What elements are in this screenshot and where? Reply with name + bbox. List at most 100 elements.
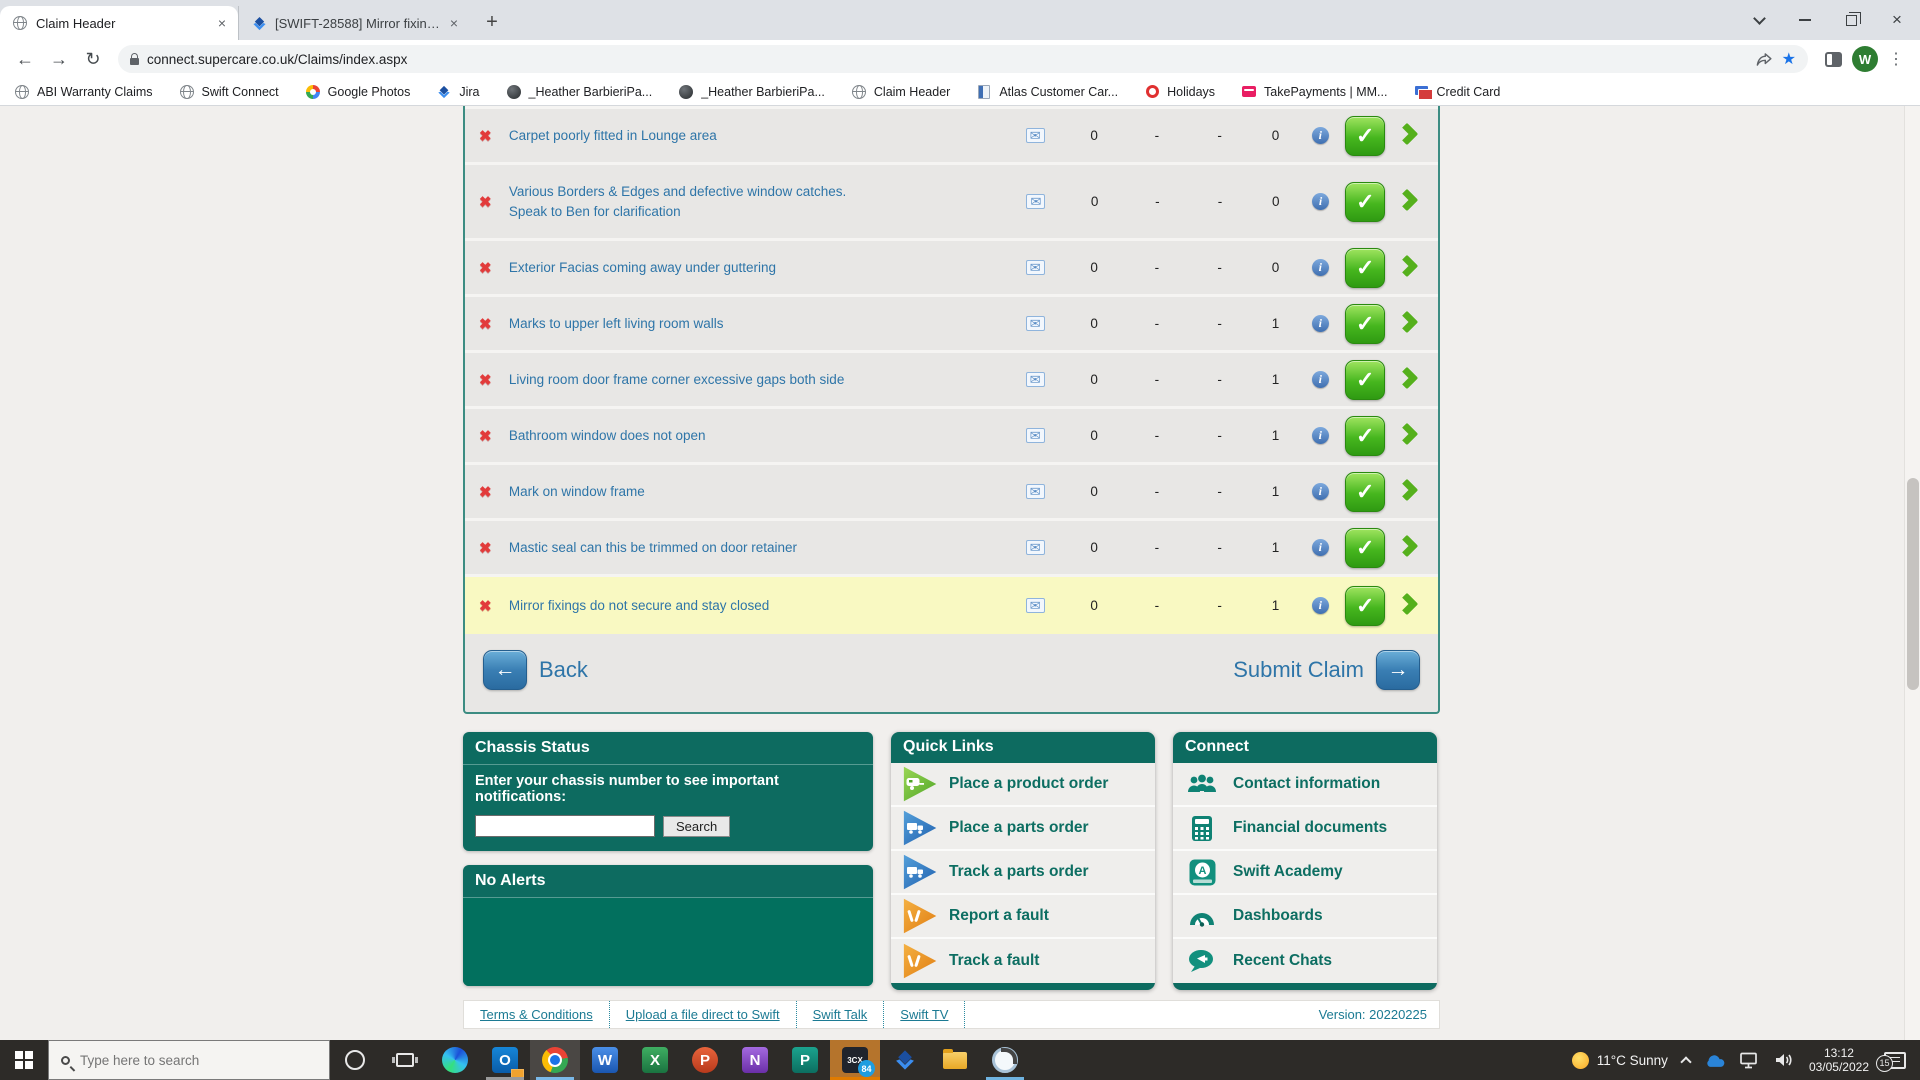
info-icon[interactable]: i bbox=[1312, 193, 1330, 210]
taskbar-search-input[interactable] bbox=[80, 1052, 300, 1068]
delete-claim-icon[interactable]: ✖ bbox=[479, 539, 509, 557]
cortana-button[interactable] bbox=[330, 1040, 380, 1080]
bookmark-heather-1[interactable]: _Heather BarbieriPa... bbox=[506, 84, 652, 100]
approve-check-button[interactable]: ✓ bbox=[1345, 359, 1386, 400]
chassis-number-input[interactable] bbox=[475, 815, 655, 837]
open-claim-chevron-icon[interactable] bbox=[1395, 366, 1419, 390]
page-scrollbar[interactable] bbox=[1904, 106, 1920, 1040]
connect-recent-chats[interactable]: Recent Chats bbox=[1173, 939, 1437, 983]
footer-link-swift-tv[interactable]: Swift TV bbox=[884, 1001, 966, 1028]
info-icon[interactable]: i bbox=[1311, 427, 1329, 444]
info-icon[interactable]: i bbox=[1311, 127, 1329, 144]
bookmark-takepayments[interactable]: TakePayments | MM... bbox=[1241, 84, 1387, 100]
delete-claim-icon[interactable]: ✖ bbox=[479, 193, 509, 211]
tray-overflow-button[interactable] bbox=[1675, 1040, 1697, 1080]
approve-check-button[interactable]: ✓ bbox=[1345, 585, 1386, 626]
open-claim-chevron-icon[interactable] bbox=[1395, 422, 1419, 446]
maximize-button[interactable] bbox=[1828, 0, 1874, 40]
minimize-button[interactable] bbox=[1782, 0, 1828, 40]
footer-link-swift-talk[interactable]: Swift Talk bbox=[797, 1001, 885, 1028]
quick-link-track-fault[interactable]: Track a fault bbox=[891, 939, 1155, 983]
delete-claim-icon[interactable]: ✖ bbox=[479, 483, 509, 501]
start-button[interactable] bbox=[0, 1040, 48, 1080]
approve-check-button[interactable]: ✓ bbox=[1345, 115, 1386, 156]
connect-swift-academy[interactable]: A Swift Academy bbox=[1173, 851, 1437, 895]
connect-contact-information[interactable]: Contact information bbox=[1173, 763, 1437, 807]
bookmark-heather-2[interactable]: _Heather BarbieriPa... bbox=[678, 84, 825, 100]
taskbar-3cx[interactable]: 3CX 84 bbox=[830, 1040, 880, 1080]
profile-avatar[interactable]: W bbox=[1852, 46, 1878, 72]
close-button[interactable]: × bbox=[1874, 0, 1920, 40]
share-icon[interactable] bbox=[1755, 50, 1774, 69]
open-claim-chevron-icon[interactable] bbox=[1395, 254, 1419, 278]
bookmark-claim-header[interactable]: Claim Header bbox=[851, 84, 950, 100]
info-icon[interactable]: i bbox=[1311, 597, 1329, 614]
quick-link-report-fault[interactable]: Report a fault bbox=[891, 895, 1155, 939]
bookmark-abi-warranty-claims[interactable]: ABI Warranty Claims bbox=[14, 84, 153, 100]
tab-search-icon[interactable] bbox=[1736, 0, 1782, 40]
claim-link[interactable]: Mastic seal can this be trimmed on door … bbox=[509, 538, 1007, 558]
tab-close-icon[interactable]: × bbox=[448, 15, 460, 31]
message-envelope-icon[interactable]: ✉ bbox=[1025, 598, 1045, 613]
taskbar-outlook[interactable]: O bbox=[480, 1040, 530, 1080]
message-envelope-icon[interactable]: ✉ bbox=[1025, 260, 1045, 275]
open-claim-chevron-icon[interactable] bbox=[1395, 534, 1419, 558]
back-label[interactable]: Back bbox=[539, 657, 588, 683]
forward-nav-icon[interactable]: → bbox=[44, 44, 74, 74]
claim-link[interactable]: Living room door frame corner excessive … bbox=[509, 370, 1007, 390]
quick-link-place-product-order[interactable]: Place a product order bbox=[891, 763, 1155, 807]
side-panel-icon[interactable] bbox=[1818, 44, 1848, 74]
message-envelope-icon[interactable]: ✉ bbox=[1025, 484, 1045, 499]
claim-link[interactable]: Exterior Facias coming away under gutter… bbox=[509, 258, 1007, 278]
message-envelope-icon[interactable]: ✉ bbox=[1025, 428, 1045, 443]
action-center-button[interactable]: 15 bbox=[1876, 1040, 1920, 1080]
info-icon[interactable]: i bbox=[1311, 539, 1329, 556]
new-tab-button[interactable]: + bbox=[478, 8, 506, 36]
footer-link-upload[interactable]: Upload a file direct to Swift bbox=[610, 1001, 797, 1028]
bookmark-swift-connect[interactable]: Swift Connect bbox=[179, 84, 279, 100]
url-text[interactable]: connect.supercare.co.uk/Claims/index.asp… bbox=[147, 52, 1747, 67]
info-icon[interactable]: i bbox=[1311, 259, 1329, 276]
tab-close-icon[interactable]: × bbox=[216, 15, 228, 31]
bookmark-holidays[interactable]: Holidays bbox=[1144, 84, 1215, 100]
info-icon[interactable]: i bbox=[1311, 315, 1329, 332]
back-group[interactable]: ← Back bbox=[483, 650, 588, 690]
tab-jira-ticket[interactable]: [SWIFT-28588] Mirror fixings do × bbox=[238, 6, 470, 40]
bookmark-jira[interactable]: Jira bbox=[436, 84, 480, 100]
delete-claim-icon[interactable]: ✖ bbox=[479, 127, 509, 145]
quick-link-track-parts-order[interactable]: Track a parts order bbox=[891, 851, 1155, 895]
open-claim-chevron-icon[interactable] bbox=[1395, 122, 1419, 146]
message-envelope-icon[interactable]: ✉ bbox=[1026, 194, 1046, 209]
open-claim-chevron-icon[interactable] bbox=[1395, 592, 1419, 616]
submit-claim-label[interactable]: Submit Claim bbox=[1233, 657, 1364, 683]
claim-link[interactable]: Mirror fixings do not secure and stay cl… bbox=[509, 596, 1007, 616]
delete-claim-icon[interactable]: ✖ bbox=[479, 315, 509, 333]
connect-financial-documents[interactable]: Financial documents bbox=[1173, 807, 1437, 851]
info-icon[interactable]: i bbox=[1311, 483, 1329, 500]
footer-link-terms[interactable]: Terms & Conditions bbox=[464, 1001, 610, 1028]
delete-claim-icon[interactable]: ✖ bbox=[479, 427, 509, 445]
message-envelope-icon[interactable]: ✉ bbox=[1025, 540, 1045, 555]
taskbar-publisher[interactable]: P bbox=[780, 1040, 830, 1080]
delete-claim-icon[interactable]: ✖ bbox=[479, 259, 509, 277]
network-tray[interactable] bbox=[1733, 1040, 1767, 1080]
chassis-search-button[interactable]: Search bbox=[663, 815, 731, 837]
message-envelope-icon[interactable]: ✉ bbox=[1025, 372, 1045, 387]
quick-link-place-parts-order[interactable]: Place a parts order bbox=[891, 807, 1155, 851]
back-arrow-button[interactable]: ← bbox=[483, 650, 527, 690]
taskbar-excel[interactable]: X bbox=[630, 1040, 680, 1080]
taskbar-circle-app[interactable] bbox=[980, 1040, 1030, 1080]
delete-claim-icon[interactable]: ✖ bbox=[479, 597, 509, 615]
taskbar-chrome[interactable] bbox=[530, 1040, 580, 1080]
submit-arrow-button[interactable]: → bbox=[1376, 650, 1420, 690]
claim-link[interactable]: Carpet poorly fitted in Lounge area bbox=[509, 126, 1007, 146]
weather-widget[interactable]: 11°C Sunny bbox=[1565, 1040, 1675, 1080]
submit-group[interactable]: Submit Claim → bbox=[1233, 650, 1420, 690]
taskbar-word[interactable]: W bbox=[580, 1040, 630, 1080]
bookmark-star-icon[interactable]: ★ bbox=[1782, 49, 1796, 69]
taskbar-clock[interactable]: 13:12 03/05/2022 bbox=[1801, 1046, 1877, 1074]
claim-link[interactable]: Various Borders & Edges and defective wi… bbox=[509, 182, 869, 221]
delete-claim-icon[interactable]: ✖ bbox=[479, 371, 509, 389]
open-claim-chevron-icon[interactable] bbox=[1395, 478, 1419, 502]
approve-check-button[interactable]: ✓ bbox=[1345, 181, 1386, 222]
